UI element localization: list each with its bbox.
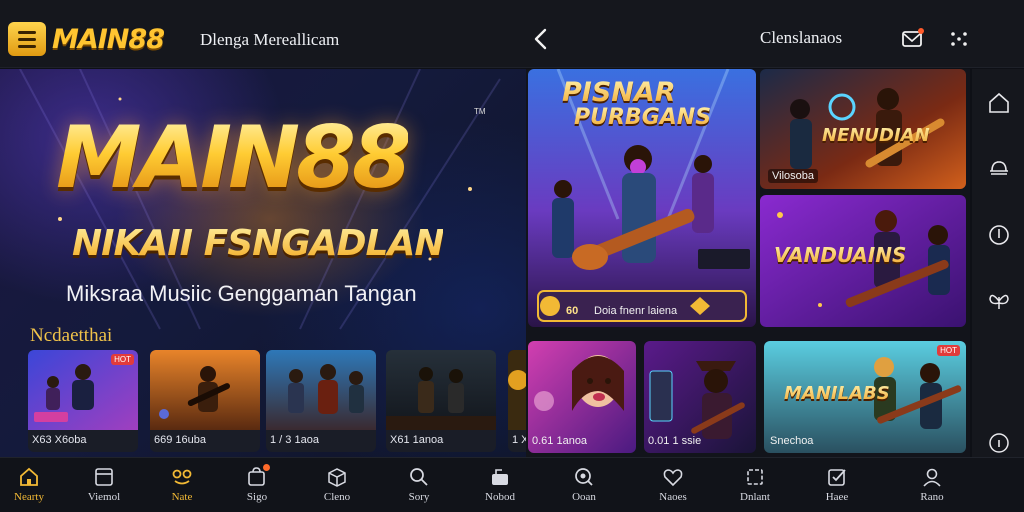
frame-icon	[747, 469, 763, 485]
game-caption: 0.01 1 ssie	[648, 435, 702, 447]
nav-label: Sory	[408, 491, 430, 503]
game-art	[386, 350, 496, 430]
home-outline-icon[interactable]	[987, 91, 1011, 115]
section-title: Ncdaetthai	[30, 325, 113, 346]
game-grid: PISNAR PURBGANS 60 Doia fnenr laiena NEN…	[526, 69, 970, 457]
logo-text: MAIN88	[52, 23, 165, 55]
hot-badge: HOT	[111, 354, 134, 365]
nav-item-sigo[interactable]: Sigo	[222, 458, 292, 512]
game-title: NENUDIAN	[822, 125, 930, 146]
page-title: Dlenga Mereallicam	[200, 30, 340, 49]
menu-icon[interactable]	[8, 22, 46, 56]
cloche-icon[interactable]	[987, 155, 1011, 179]
nav-item-nate[interactable]: Nate	[147, 458, 217, 512]
hero-brand-title: MAIN88	[56, 108, 412, 208]
shield-icon[interactable]	[987, 223, 1011, 247]
game-card[interactable]: 0.61 1anoa	[528, 341, 636, 453]
user-icon	[923, 468, 941, 487]
top-bar: MAIN88 Dlenga Mereallicam Clenslanaos	[0, 0, 1024, 68]
brand-logo[interactable]: MAIN88	[8, 20, 165, 58]
notification-icon[interactable]	[900, 26, 926, 52]
hero-tagline: Miksraa Musiic Genggaman Tangan	[66, 281, 417, 306]
nav-item-cleno[interactable]: Cleno	[302, 458, 372, 512]
nav-item-nearty[interactable]: Nearty	[0, 458, 64, 512]
game-title: MANILABS	[784, 383, 890, 404]
back-chevron-icon[interactable]	[530, 26, 552, 52]
nav-label: Cleno	[323, 491, 351, 503]
search-icon	[410, 468, 428, 486]
check-box-icon	[828, 469, 846, 486]
box-icon	[328, 468, 346, 487]
game-thumbnail[interactable]: 669 16uba	[150, 350, 260, 452]
game-thumbnail[interactable]: HOT X63 X6oba	[28, 350, 138, 452]
featured-game-title-line2: PURBGANS	[574, 105, 712, 130]
hero-banner[interactable]: MAIN88 TM NIKAII FSNGADLAN Miksraa Musii…	[0, 69, 526, 457]
game-caption: Vilosoba	[768, 169, 818, 183]
game-card[interactable]: 0.01 1 ssie	[644, 341, 756, 453]
game-title: VANDUAINS	[774, 243, 907, 267]
nav-item-sory[interactable]: Sory	[384, 458, 454, 512]
thumbnail-meta: 1 X01	[512, 434, 526, 446]
nav-label: Naoes	[659, 491, 687, 503]
nav-item-dnlant[interactable]: Dnlant	[720, 458, 790, 512]
featured-game-title: PISNAR	[562, 77, 676, 108]
game-card[interactable]: HOT MANILABS Snechoa	[764, 341, 966, 453]
nav-item-rano[interactable]: Rano	[897, 458, 967, 512]
thumbnail-meta: 669 16uba	[154, 434, 206, 446]
game-thumbnail[interactable]: X61 1anoa	[386, 350, 496, 452]
info-icon[interactable]	[987, 431, 1011, 455]
heart-icon	[663, 469, 683, 487]
nav-label: Nobod	[485, 491, 515, 503]
window-icon	[95, 468, 113, 486]
nav-label: Nearty	[14, 491, 44, 503]
game-art	[508, 350, 526, 430]
game-thumbnail[interactable]: 1 X01	[508, 350, 526, 452]
trademark-mark: TM	[474, 107, 486, 116]
thumbnail-meta: X61 1anoa	[390, 434, 444, 446]
controller-icon	[172, 469, 192, 485]
hero-subtitle: NIKAII FSNGADLAN	[72, 223, 444, 264]
nav-label: Viemol	[87, 491, 121, 503]
more-icon[interactable]	[946, 26, 972, 52]
nav-label: Rano	[920, 491, 944, 503]
game-caption: Snechoa	[770, 435, 814, 447]
featured-game-card[interactable]: PISNAR PURBGANS 60 Doia fnenr laiena	[528, 69, 756, 327]
thumbnail-meta: X63 X6oba	[32, 434, 87, 446]
header-label[interactable]: Clenslanaos	[760, 28, 842, 48]
game-thumbnail[interactable]: 1 / 3 1aoa	[266, 350, 376, 452]
bottom-navigation: Nearty Viemol Nate Sigo Cleno Sory Nobod…	[0, 457, 1024, 512]
nav-item-viemol[interactable]: Viemol	[69, 458, 139, 512]
nav-label: Ooan	[572, 491, 596, 503]
butterfly-icon[interactable]	[987, 289, 1011, 313]
featured-game-caption: Doia fnenr laiena	[594, 305, 678, 317]
search-circle-icon	[575, 468, 593, 486]
home-icon	[20, 467, 38, 486]
nav-item-haee[interactable]: Haee	[802, 458, 872, 512]
nav-item-ooan[interactable]: Ooan	[549, 458, 619, 512]
nav-label: Sigo	[246, 491, 268, 503]
nav-label: Dnlant	[740, 491, 770, 503]
featured-chip: 60	[566, 305, 579, 317]
mailbox-icon	[492, 469, 508, 485]
game-art	[266, 350, 376, 430]
side-rail	[972, 69, 1024, 457]
game-caption: 0.61 1anoa	[532, 435, 588, 447]
game-card[interactable]: NENUDIAN Vilosoba	[760, 69, 966, 189]
hot-badge: HOT	[937, 345, 960, 356]
nav-label: Nate	[171, 491, 193, 503]
game-card[interactable]: VANDUAINS	[760, 195, 966, 327]
nav-label: Haee	[825, 491, 849, 503]
nav-item-nobod[interactable]: Nobod	[465, 458, 535, 512]
thumbnail-meta: 1 / 3 1aoa	[270, 434, 319, 446]
game-art	[150, 350, 260, 430]
nav-item-naoes[interactable]: Naoes	[638, 458, 708, 512]
game-thumbnail-row: HOT X63 X6oba 669 16uba 1 / 3 1aoa X61 1…	[28, 350, 526, 452]
notification-dot	[263, 464, 270, 471]
